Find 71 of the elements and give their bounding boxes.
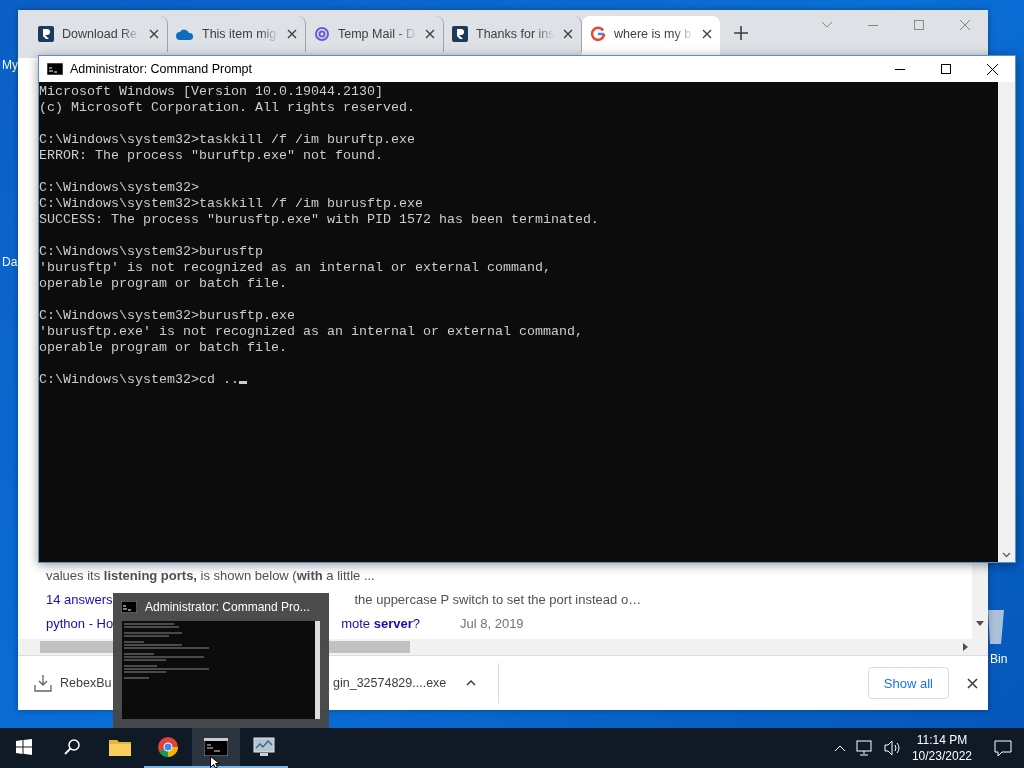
cloud-icon: [176, 28, 194, 40]
r-logo-icon: [38, 26, 54, 42]
console-line: operable program or batch file.: [39, 276, 287, 291]
download-filename[interactable]: gin_32574829....exe: [333, 676, 447, 690]
network-icon[interactable]: [855, 740, 874, 756]
console-line: C:\Windows\system32>burusftp.exe: [39, 308, 295, 323]
console-line: operable program or batch file.: [39, 340, 287, 355]
taskbar-preview-tooltip[interactable]: Administrator: Command Pro...: [113, 593, 329, 728]
g-logo-icon: [590, 26, 606, 42]
plus-icon[interactable]: [734, 26, 748, 40]
console-line: SUCCESS: The process "burusftp.exe" with PID 1572 has been terminated.: [39, 212, 599, 227]
download-filename[interactable]: RebexBu: [60, 676, 112, 690]
vertical-scrollbar[interactable]: [998, 82, 1015, 562]
close-icon[interactable]: [425, 29, 435, 39]
show-all-button[interactable]: Show all: [867, 667, 949, 699]
terminal-icon: [47, 63, 63, 75]
terminal-icon: [204, 738, 228, 756]
close-icon[interactable]: [149, 29, 159, 39]
chevron-up-icon[interactable]: [833, 744, 846, 752]
caret-up-icon[interactable]: [466, 680, 477, 686]
taskbar-button[interactable]: [192, 728, 240, 768]
close-icon[interactable]: [967, 677, 978, 689]
result-snippet: values its listening ports, is shown below (with a little ...: [46, 567, 375, 583]
volume-icon[interactable]: [883, 740, 902, 756]
console-line: 'burusftp.exe' is not recognized as an internal or external command,: [39, 324, 583, 339]
result-snippet: the uppercase P switch to set the port instead o…: [354, 591, 642, 607]
console-line: C:\Windows\system32>cd ..: [39, 372, 239, 387]
browser-tab[interactable]: Thanks for ins: [444, 16, 582, 52]
chevron-down-icon[interactable]: [821, 21, 833, 29]
text-cursor: [238, 381, 247, 384]
console-line: 'burusftp' is not recognized as an internal or external command,: [39, 260, 551, 275]
close-icon[interactable]: [287, 29, 297, 39]
browser-tab[interactable]: Download Re: [30, 16, 168, 52]
monitor-icon: [252, 736, 276, 758]
desktop-icon-label[interactable]: Da: [2, 255, 18, 269]
mouse-pointer-icon: [210, 756, 222, 768]
scroll-down-icon[interactable]: [976, 621, 984, 626]
console-line: C:\Windows\system32>: [39, 180, 199, 195]
thumbnail-title: Administrator: Command Pro...: [145, 600, 310, 614]
scroll-right-icon[interactable]: [963, 643, 968, 651]
result-date: Jul 8, 2019: [460, 615, 524, 631]
answers-link[interactable]: 14 answers: [46, 591, 113, 607]
terminal-icon: [121, 601, 137, 613]
r-logo-icon: [452, 26, 468, 42]
browser-tab[interactable]: where is my b: [582, 16, 720, 58]
clock[interactable]: 11:14 PM 10/23/2022: [911, 732, 972, 764]
console-line: Microsoft Windows [Version 10.0.19044.2130]: [39, 84, 383, 99]
console-line: (c) Microsoft Corporation. All rights reserved.: [39, 100, 415, 115]
notification-icon[interactable]: [994, 739, 1012, 757]
console-line: C:\Windows\system32>taskkill /f /im burusftp.exe: [39, 196, 423, 211]
browser-tab[interactable]: Temp Mail - D: [306, 16, 444, 52]
close-icon[interactable]: [702, 29, 712, 39]
console-line: C:\Windows\system32>taskkill /f /im buruftp.exe: [39, 132, 415, 147]
console-line: ERROR: The process "buruftp.exe" not found.: [39, 148, 383, 163]
window-title: Administrator: Command Prompt: [70, 62, 253, 76]
console-line: C:\Windows\system32>burusftp: [39, 244, 263, 259]
result-link[interactable]: python - Ho: [46, 615, 114, 631]
close-icon[interactable]: [563, 29, 573, 39]
folder-icon: [109, 738, 131, 756]
download-icon: [34, 674, 52, 692]
chrome-icon: [157, 736, 179, 758]
close-icon[interactable]: [986, 63, 998, 75]
scroll-down-icon[interactable]: [1002, 552, 1011, 558]
windows-logo-icon: [16, 739, 32, 755]
result-link[interactable]: mote server?: [341, 615, 420, 631]
desktop-icon-label[interactable]: Bin: [990, 652, 1008, 666]
minimize-icon[interactable]: [895, 68, 905, 70]
maximize-icon[interactable]: [941, 64, 951, 74]
desktop-icon-label[interactable]: My: [2, 58, 18, 72]
search-icon: [63, 738, 81, 756]
browser-tab[interactable]: This item mig: [168, 16, 306, 52]
